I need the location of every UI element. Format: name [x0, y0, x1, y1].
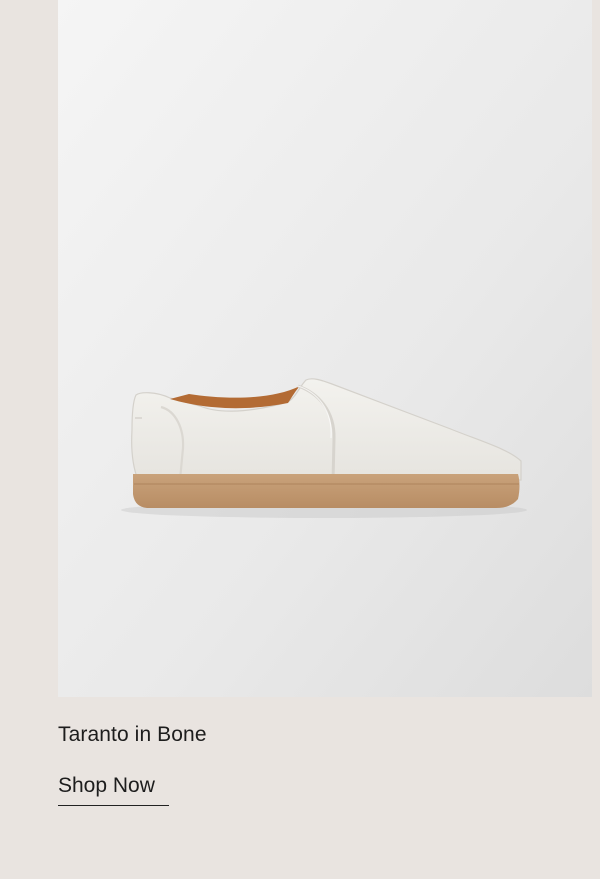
product-image[interactable] [58, 0, 592, 697]
shop-now-underline [58, 805, 169, 806]
image-background [58, 0, 592, 697]
shoe-sole [133, 474, 520, 508]
shop-now-link[interactable]: Shop Now [58, 773, 155, 799]
product-card: Taranto in Bone Shop Now [0, 0, 600, 879]
shoe-illustration [58, 0, 592, 697]
product-title: Taranto in Bone [58, 723, 207, 746]
